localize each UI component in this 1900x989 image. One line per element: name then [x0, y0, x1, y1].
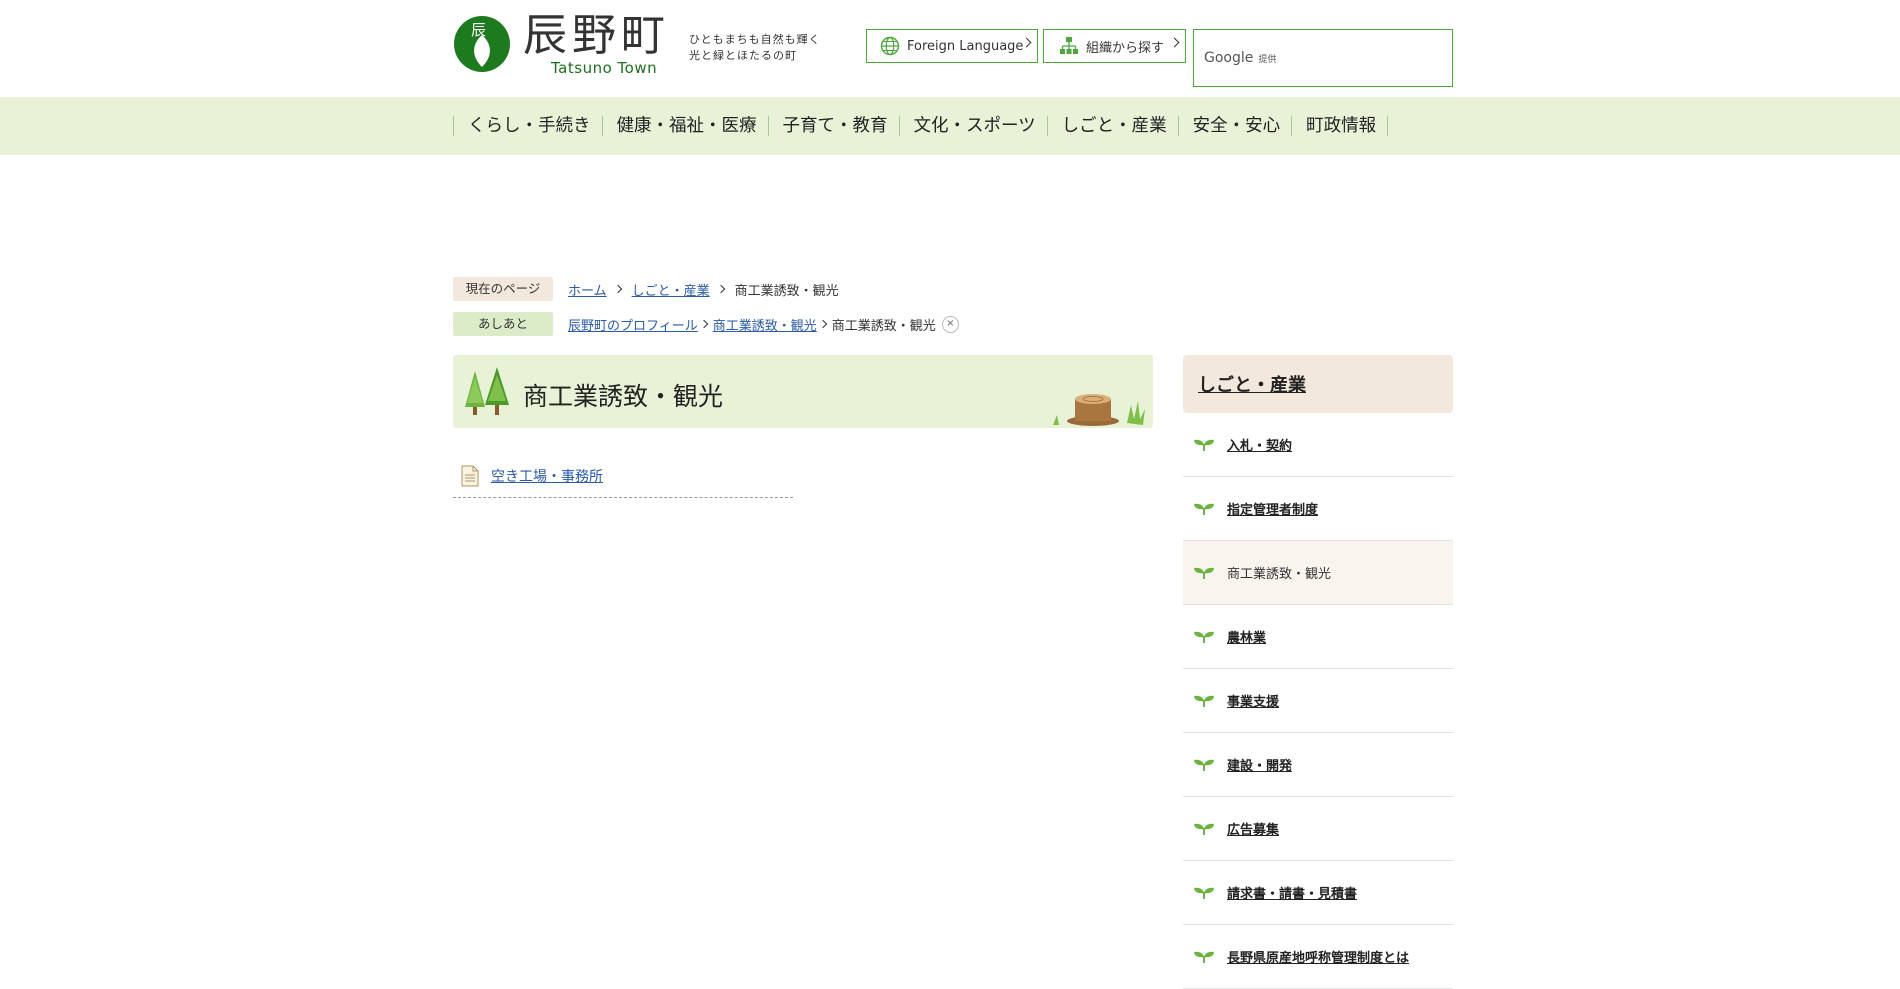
- page-title: 商工業誘致・観光: [523, 382, 724, 411]
- chevron-right-icon: [699, 319, 708, 329]
- sidebar-item-label: 入札・契約: [1227, 439, 1293, 454]
- sidebar-item-label: 長野県原産地呼称管理制度とは: [1227, 951, 1410, 966]
- history-link-shokogyo[interactable]: 商工業誘致・観光: [713, 315, 817, 334]
- site-header: 辰 辰野町 Tatsuno Town ひともまちも自然も輝く 光と緑とほたるの町…: [453, 0, 1453, 97]
- chevron-right-icon: [716, 284, 725, 294]
- sprout-icon: [1193, 950, 1215, 964]
- sprout-icon: [1193, 822, 1215, 836]
- town-logo-icon[interactable]: 辰: [453, 15, 511, 73]
- sidebar-item-label: 事業支援: [1227, 695, 1280, 710]
- sidebar: しごと・産業 入札・契約 指定管理者制度 商工業誘致・観光 農林業 事業支援 建…: [1183, 355, 1453, 989]
- tagline: ひともまちも自然も輝く 光と緑とほたるの町: [689, 32, 821, 64]
- org-search-label: 組織から探す: [1086, 40, 1165, 56]
- sidebar-list: 入札・契約 指定管理者制度 商工業誘致・観光 農林業 事業支援 建設・開発 広告…: [1183, 413, 1453, 989]
- page-title-box: 商工業誘致・観光: [453, 355, 1153, 428]
- gnav-item-bunka[interactable]: 文化・スポーツ: [898, 116, 1047, 136]
- sidebar-item-label: 広告募集: [1227, 823, 1280, 838]
- sprout-icon: [1193, 438, 1215, 452]
- history-current-page: 商工業誘致・観光: [831, 318, 936, 334]
- sprout-icon: [1193, 694, 1215, 708]
- org-chart-icon: [1058, 35, 1080, 57]
- sidebar-item-nyusatsu[interactable]: 入札・契約: [1183, 413, 1453, 477]
- sidebar-item-label: 請求書・請書・見積書: [1227, 887, 1358, 902]
- sprout-icon: [1193, 630, 1215, 644]
- list-item: 空き工場・事務所: [453, 455, 793, 498]
- breadcrumb-current-label: 現在のページ: [453, 277, 553, 301]
- tagline-line-2: 光と緑とほたるの町: [689, 49, 797, 62]
- sidebar-item-shokogyo[interactable]: 商工業誘致・観光: [1183, 541, 1453, 605]
- breadcrumb: 現在のページ ホーム しごと・産業 商工業誘致・観光 あしあと 辰野町のプロフィ…: [453, 277, 959, 347]
- gnav-item-kosodate[interactable]: 子育て・教育: [767, 116, 899, 136]
- sidebar-item-label: 商工業誘致・観光: [1227, 567, 1332, 582]
- org-search-button[interactable]: 組織から探す: [1043, 29, 1186, 63]
- sidebar-heading-link[interactable]: しごと・産業: [1198, 371, 1306, 397]
- site-search-input[interactable]: Google 提供: [1193, 29, 1453, 87]
- document-list: 空き工場・事務所: [453, 455, 793, 498]
- site-name-en: Tatsuno Town: [551, 59, 658, 77]
- chevron-right-icon: [818, 319, 828, 329]
- history-link-profile[interactable]: 辰野町のプロフィール: [568, 315, 698, 334]
- sprout-icon: [1193, 502, 1215, 516]
- breadcrumb-link-home[interactable]: ホーム: [568, 280, 607, 299]
- globe-icon: [879, 35, 901, 57]
- gnav-item-kenko[interactable]: 健康・福祉・医療: [601, 116, 768, 136]
- sidebar-item-label: 指定管理者制度: [1227, 503, 1319, 518]
- document-icon: [461, 465, 479, 487]
- breadcrumb-current-page: 商工業誘致・観光: [734, 283, 839, 299]
- trees-icon: [465, 367, 509, 415]
- sidebar-item-norin[interactable]: 農林業: [1183, 605, 1453, 669]
- sidebar-item-seikyusho[interactable]: 請求書・請書・見積書: [1183, 861, 1453, 925]
- sidebar-item-kokoku[interactable]: 広告募集: [1183, 797, 1453, 861]
- google-provided-label: 提供: [1258, 54, 1277, 65]
- foreign-language-button[interactable]: Foreign Language: [866, 29, 1038, 63]
- sidebar-item-kensetsu[interactable]: 建設・開発: [1183, 733, 1453, 797]
- sprout-icon: [1193, 886, 1215, 900]
- sprout-icon: [1193, 758, 1215, 772]
- sidebar-item-jigyo[interactable]: 事業支援: [1183, 669, 1453, 733]
- gnav-item-kurashi[interactable]: くらし・手続き: [453, 116, 602, 136]
- sidebar-item-label: 農林業: [1227, 631, 1267, 646]
- foreign-language-label: Foreign Language: [907, 38, 1024, 54]
- close-history-button[interactable]: ×: [941, 315, 959, 333]
- chevron-right-icon: [1169, 37, 1180, 48]
- document-link[interactable]: 空き工場・事務所: [491, 466, 603, 486]
- gnav-item-shigoto[interactable]: しごと・産業: [1046, 116, 1178, 136]
- google-brand: Google: [1204, 50, 1254, 66]
- global-nav: くらし・手続き 健康・福祉・医療 子育て・教育 文化・スポーツ しごと・産業 安…: [0, 97, 1900, 155]
- gnav-item-anzen[interactable]: 安全・安心: [1177, 116, 1292, 136]
- sidebar-heading: しごと・産業: [1183, 355, 1453, 413]
- sidebar-item-label: 建設・開発: [1227, 759, 1293, 774]
- chevron-right-icon: [613, 284, 622, 294]
- tagline-line-1: ひともまちも自然も輝く: [689, 33, 821, 46]
- logo-char: 辰: [471, 21, 486, 39]
- breadcrumb-history-label: あしあと: [453, 312, 553, 336]
- site-name[interactable]: 辰野町: [523, 10, 670, 62]
- gnav-item-chosei[interactable]: 町政情報: [1291, 116, 1389, 136]
- sprout-icon: [1193, 566, 1215, 580]
- breadcrumb-history-row: あしあと 辰野町のプロフィール 商工業誘致・観光 商工業誘致・観光 ×: [453, 312, 959, 336]
- sidebar-item-gensanchi[interactable]: 長野県原産地呼称管理制度とは: [1183, 925, 1453, 989]
- breadcrumb-current-row: 現在のページ ホーム しごと・産業 商工業誘致・観光: [453, 277, 959, 301]
- breadcrumb-link-shigoto[interactable]: しごと・産業: [632, 280, 710, 299]
- sidebar-item-shitei[interactable]: 指定管理者制度: [1183, 477, 1453, 541]
- stump-icon: [1053, 394, 1145, 426]
